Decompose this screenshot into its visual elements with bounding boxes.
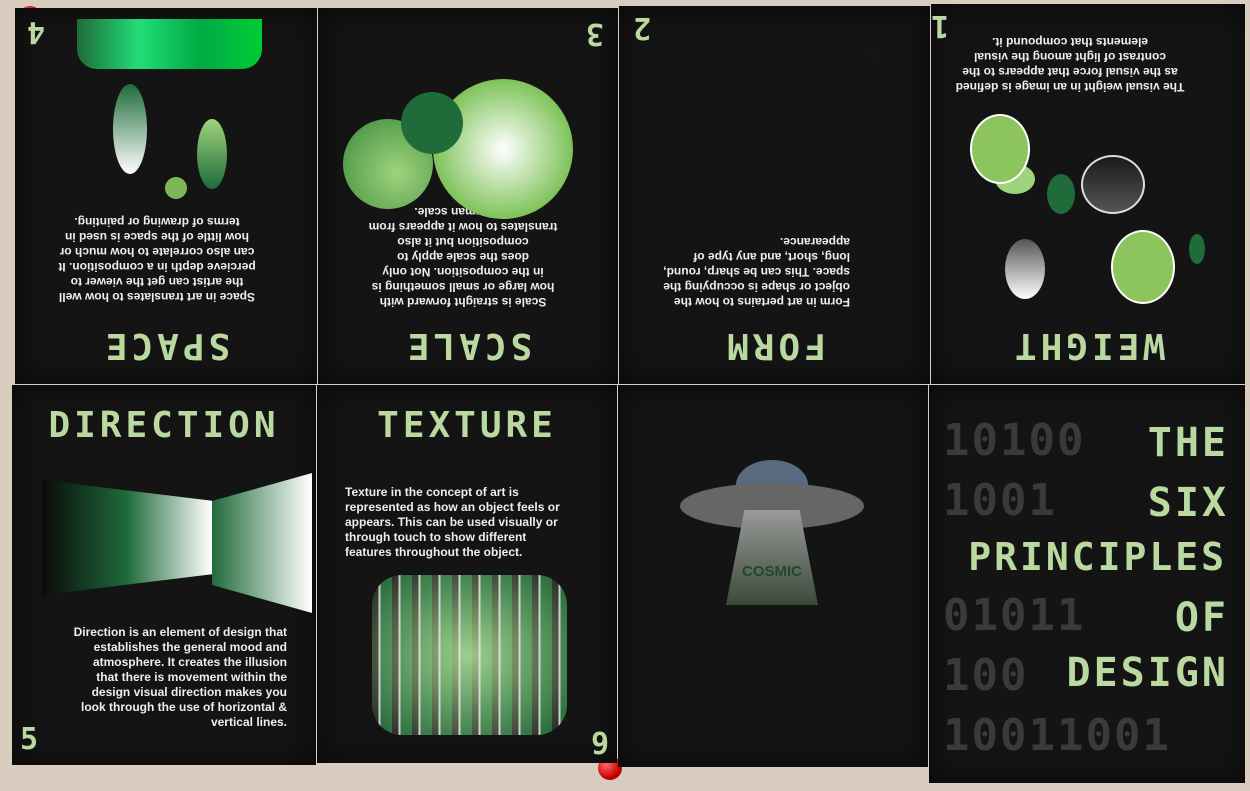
- blob-shape: [1111, 230, 1175, 304]
- page-number: 1: [931, 8, 950, 43]
- drip-shape: [77, 19, 262, 69]
- cover-title-line: THE: [1147, 420, 1229, 466]
- circle-shape: [433, 79, 573, 219]
- bowtie-shape: [720, 24, 780, 84]
- bowtie-shape: [820, 114, 840, 134]
- page-number: 6: [590, 724, 609, 759]
- panel-text: Space in art translates to how well the …: [58, 215, 256, 304]
- blob-shape: [165, 177, 187, 199]
- panel-direction: DIRECTION Direction is an element of des…: [12, 385, 316, 765]
- binary-text: 1001: [943, 475, 1057, 526]
- panel-text: Texture in the concept of art is represe…: [345, 485, 560, 559]
- cover-title-line: OF: [1174, 595, 1229, 641]
- panel-text: Form in art pertains to how the object o…: [663, 235, 850, 309]
- panel-title: SPACE: [101, 325, 231, 366]
- blob-shape: [1047, 174, 1075, 214]
- bowtie-shape: [860, 164, 900, 204]
- binary-text: 10011001: [943, 710, 1171, 761]
- page-number: 2: [633, 10, 652, 45]
- blob-shape: [113, 84, 147, 174]
- cosmic-label: COSMIC: [742, 563, 802, 580]
- panel-title: WEIGHT: [1010, 325, 1166, 366]
- panel-title: DIRECTION: [48, 405, 280, 446]
- panel-title: TEXTURE: [377, 405, 557, 446]
- perspective-shape: [212, 473, 312, 613]
- binary-text: 01011: [943, 590, 1086, 641]
- circle-shape: [401, 92, 463, 154]
- page-number: 4: [27, 14, 46, 49]
- panel-weight: WEIGHT The visual weight in an image is …: [931, 4, 1245, 384]
- panel-text: Direction is an element of design that e…: [73, 625, 287, 729]
- blob-shape: [1081, 155, 1145, 214]
- blob-shape: [970, 114, 1030, 184]
- perspective-shape: [42, 480, 212, 595]
- cover-title-line: DESIGN: [1066, 650, 1229, 696]
- texture-illustration: [372, 575, 567, 735]
- binary-text: 10100: [943, 415, 1086, 466]
- bowtie-shape: [660, 144, 700, 184]
- bowtie-shape: [840, 29, 900, 79]
- panel-text: The visual weight in an image is defined…: [955, 35, 1185, 94]
- panel-texture: TEXTURE Texture in the concept of art is…: [317, 385, 617, 763]
- page-number: 5: [20, 722, 39, 757]
- panel-title: FORM: [723, 325, 826, 366]
- panel-form: FORM Form in art pertains to how the obj…: [619, 6, 930, 384]
- cover-title-line: SIX: [1147, 480, 1229, 526]
- blob-shape: [1189, 234, 1205, 264]
- blob-shape: [197, 119, 227, 189]
- panel-cosmic: COSMIC: [618, 385, 928, 767]
- bowtie-shape: [760, 144, 800, 184]
- panel-scale: SCALE Scale is straight forward with how…: [318, 8, 618, 384]
- panel-space: SPACE Space in art translates to how wel…: [15, 8, 317, 384]
- page-number: 3: [585, 16, 604, 51]
- panel-text: Scale is straight forward with how large…: [368, 205, 558, 309]
- panel-title: SCALE: [403, 325, 533, 366]
- panel-cover: 10100 1001 01011 100 10011001 THE SIX PR…: [929, 385, 1245, 783]
- binary-text: 100: [943, 650, 1029, 701]
- cover-title-line: PRINCIPLES: [968, 535, 1227, 579]
- blob-shape: [1005, 239, 1045, 299]
